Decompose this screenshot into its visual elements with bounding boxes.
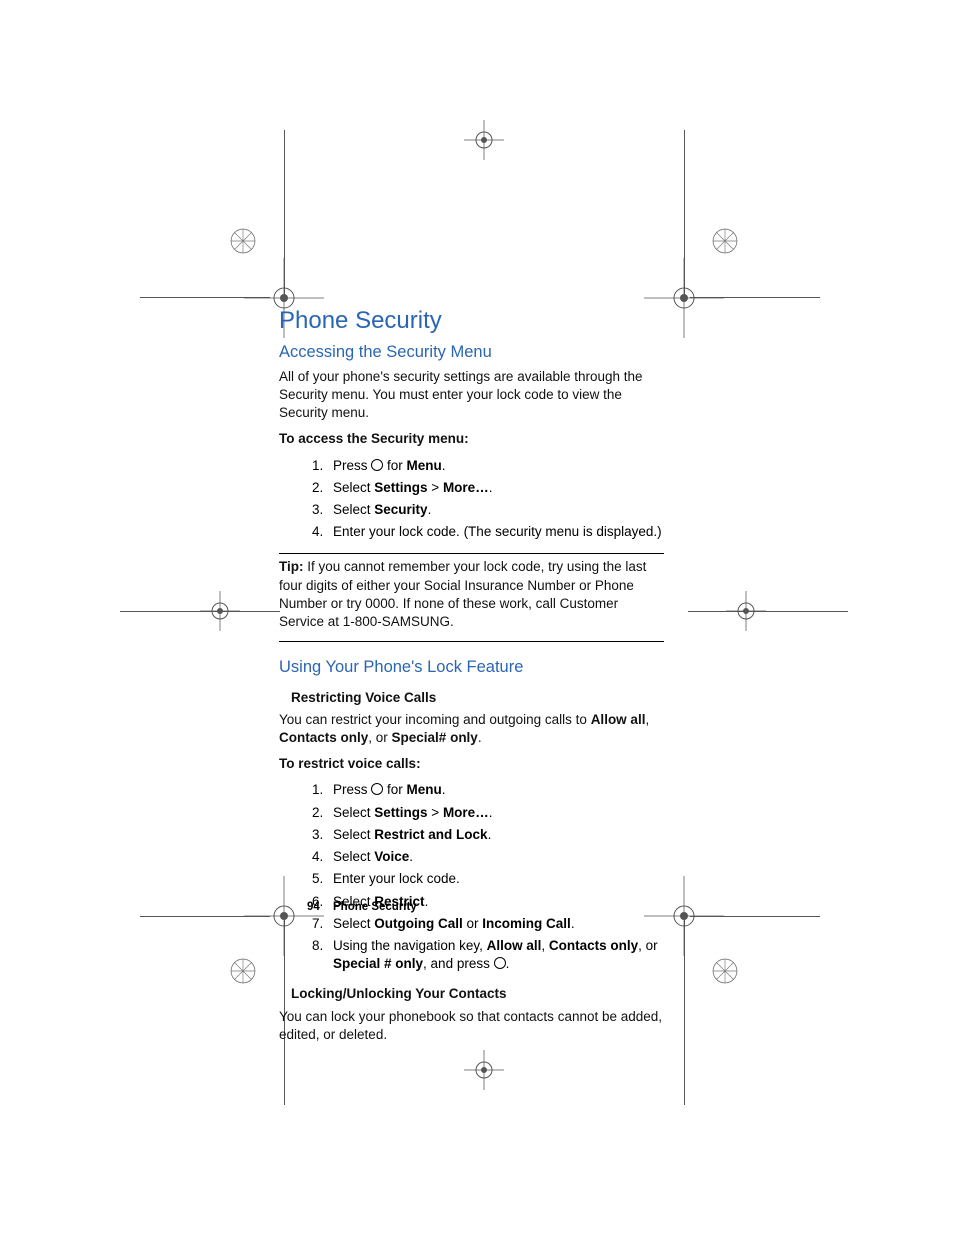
bold-text: Contacts only: [549, 938, 638, 953]
ok-key-icon: [371, 459, 383, 471]
text: Select: [333, 916, 374, 931]
section2-subhead: To restrict voice calls:: [279, 755, 664, 773]
divider: [279, 553, 664, 554]
text: Press: [333, 458, 371, 473]
crop-line: [684, 920, 685, 1105]
text: Select: [333, 849, 374, 864]
step: Enter your lock code.: [327, 868, 664, 890]
text: .: [425, 894, 429, 909]
text: .: [442, 782, 446, 797]
text: .: [506, 956, 510, 971]
crop-line: [120, 611, 280, 612]
bold-text: Menu: [407, 782, 442, 797]
bold-text: More…: [443, 805, 489, 820]
registration-mark-icon: [464, 1050, 504, 1090]
bold-text: Settings: [374, 480, 427, 495]
page: Phone Security Accessing the Security Me…: [0, 0, 954, 1235]
section-heading-lock-feature: Using Your Phone's Lock Feature: [279, 656, 664, 678]
text: , or: [638, 938, 658, 953]
step: Using the navigation key, Allow all, Con…: [327, 935, 664, 975]
section1-subhead: To access the Security menu:: [279, 430, 664, 448]
text: , and press: [423, 956, 494, 971]
text: >: [428, 805, 443, 820]
bold-text: Menu: [407, 458, 442, 473]
divider: [279, 641, 664, 642]
sub2-heading: Locking/Unlocking Your Contacts: [291, 985, 664, 1003]
footer-title: Phone Security: [333, 901, 417, 913]
text: Select: [333, 502, 374, 517]
text: .: [428, 502, 432, 517]
bold-text: Incoming Call: [482, 916, 571, 931]
crop-line: [688, 611, 848, 612]
bold-text: Outgoing Call: [374, 916, 463, 931]
step: Select Settings > More….: [327, 477, 664, 499]
text: , or: [368, 730, 391, 745]
tip-text: Tip: If you cannot remember your lock co…: [279, 558, 664, 631]
text: or: [463, 916, 483, 931]
step: Select Restrict and Lock.: [327, 824, 664, 846]
star-mark-icon: [230, 958, 256, 984]
text: Select: [333, 805, 374, 820]
step: Press for Menu.: [327, 455, 664, 477]
sub1-heading: Restricting Voice Calls: [291, 689, 664, 707]
text: .: [442, 458, 446, 473]
bold-text: Allow all: [487, 938, 542, 953]
page-title: Phone Security: [279, 305, 664, 337]
ok-key-icon: [494, 957, 506, 969]
bold-text: Contacts only: [279, 730, 368, 745]
text: for: [383, 458, 406, 473]
crop-line: [690, 297, 820, 298]
step: Press for Menu.: [327, 779, 664, 801]
crop-line: [140, 297, 270, 298]
registration-mark-icon: [464, 120, 504, 160]
sub1-intro: You can restrict your incoming and outgo…: [279, 711, 664, 747]
crop-line: [140, 916, 270, 917]
crop-line: [684, 130, 685, 295]
bold-text: Voice: [374, 849, 409, 864]
text: You can restrict your incoming and outgo…: [279, 712, 591, 727]
step: Select Settings > More….: [327, 802, 664, 824]
step: Enter your lock code. (The security menu…: [327, 521, 664, 543]
text: for: [383, 782, 406, 797]
bold-text: Settings: [374, 805, 427, 820]
text: .: [489, 805, 493, 820]
bold-text: Allow all: [591, 712, 646, 727]
text: .: [488, 827, 492, 842]
step: Select Voice.: [327, 846, 664, 868]
text: .: [409, 849, 413, 864]
text: .: [571, 916, 575, 931]
section1-steps: Press for Menu. Select Settings > More….…: [279, 455, 664, 544]
star-mark-icon: [230, 228, 256, 254]
bold-text: Special # only: [333, 956, 423, 971]
text: .: [489, 480, 493, 495]
text: Select: [333, 827, 374, 842]
text: >: [428, 480, 443, 495]
step: Select Outgoing Call or Incoming Call.: [327, 913, 664, 935]
bold-text: Restrict and Lock: [374, 827, 487, 842]
text: If you cannot remember your lock code, t…: [279, 559, 646, 629]
page-number: 94: [307, 901, 320, 913]
text: ,: [645, 712, 649, 727]
text: .: [478, 730, 482, 745]
bold-text: More…: [443, 480, 489, 495]
ok-key-icon: [371, 783, 383, 795]
text: Using the navigation key,: [333, 938, 487, 953]
bold-text: Special# only: [392, 730, 478, 745]
crop-line: [690, 916, 820, 917]
page-content: Phone Security Accessing the Security Me…: [279, 305, 664, 1052]
section1-intro: All of your phone's security settings ar…: [279, 368, 664, 423]
section-heading-accessing: Accessing the Security Menu: [279, 341, 664, 363]
text: Select: [333, 480, 374, 495]
step: Select Security.: [327, 499, 664, 521]
sub2-text: You can lock your phonebook so that cont…: [279, 1008, 664, 1044]
page-footer: 94 Phone Security: [307, 900, 417, 916]
star-mark-icon: [712, 958, 738, 984]
crop-line: [284, 130, 285, 295]
section2-steps: Press for Menu. Select Settings > More….…: [279, 779, 664, 975]
text: Press: [333, 782, 371, 797]
bold-text: Security: [374, 502, 427, 517]
star-mark-icon: [712, 228, 738, 254]
tip-label: Tip:: [279, 559, 304, 574]
text: ,: [541, 938, 549, 953]
